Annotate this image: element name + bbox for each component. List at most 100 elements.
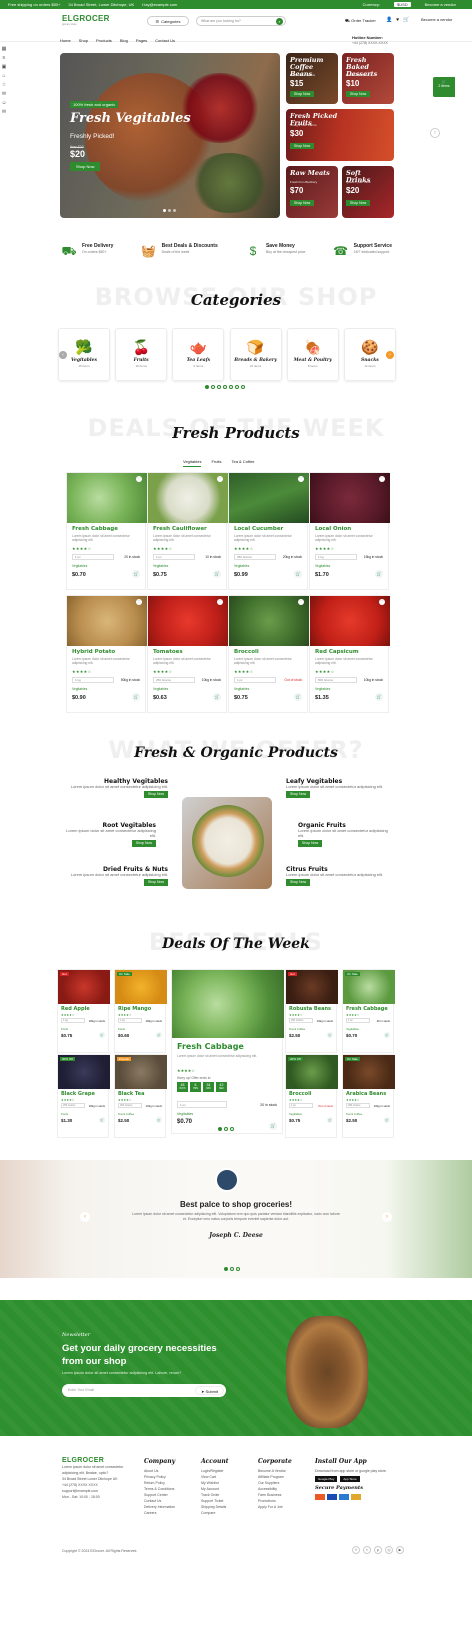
page-dot[interactable] (235, 385, 239, 389)
product-name[interactable]: Tomatoes (153, 649, 183, 655)
category-fruits[interactable]: 🍒 Fruits 18 items (115, 328, 168, 381)
search-icon[interactable]: ⌕ (276, 18, 283, 25)
product-image[interactable] (229, 473, 309, 523)
youtube-icon[interactable]: ▶ (396, 1546, 404, 1554)
tab-fruits[interactable]: Fruits (211, 459, 221, 467)
cart-icon[interactable]: 🛒 (327, 1117, 333, 1123)
product-card[interactable]: ♡ Broccoli Lorem ipsum dolor sit amet co… (228, 595, 309, 713)
nav-contact[interactable]: Contact Us (155, 38, 175, 43)
quantity-select[interactable]: 1 pc (234, 677, 276, 683)
category-tea[interactable]: 🫖 Tea Leafs 6 items (172, 328, 225, 381)
product-name[interactable]: Arabica Beans (346, 1091, 386, 1097)
category-bakery[interactable]: 🍞 Breads & Bakery 22 items (229, 328, 282, 381)
product-name[interactable]: Black Grape (61, 1091, 95, 1097)
heart-icon[interactable]: ♡ (136, 476, 142, 482)
quantity-select[interactable]: 1 pc (289, 1103, 313, 1108)
page-dot[interactable] (230, 1267, 234, 1271)
deal-card[interactable]: 20% Off Broccoli ★★★★☆ 1 pc Out of stock… (285, 1054, 338, 1138)
product-image[interactable] (229, 596, 309, 646)
hero-shop-button[interactable]: Shop Now (70, 162, 101, 171)
cart-icon[interactable]: 🛒 (156, 1117, 162, 1123)
page-dot[interactable] (230, 1127, 234, 1131)
facebook-icon[interactable]: f (352, 1546, 360, 1554)
site-logo[interactable]: ELGROCER grocery store (62, 14, 110, 26)
order-tracker-link[interactable]: ⛟ Order Tracker (345, 18, 376, 24)
cart-icon[interactable]: 🛒 (132, 693, 140, 701)
product-name[interactable]: Broccoli (234, 649, 259, 655)
chevron-left-icon[interactable]: ‹ (59, 351, 67, 359)
product-name[interactable]: Black Tea (118, 1091, 144, 1097)
product-name[interactable]: Fresh Cabbage (346, 1006, 388, 1012)
product-card[interactable]: ♡ Red Capsicum Lorem ipsum dolor sit ame… (309, 595, 390, 713)
floating-cart-button[interactable]: 🛒 2 items (433, 77, 455, 97)
quantity-select[interactable]: 1 pc (153, 554, 195, 560)
footer-link[interactable]: Careers (144, 1510, 175, 1516)
page-dot[interactable] (211, 385, 215, 389)
slider-dot[interactable] (173, 209, 176, 212)
submit-button[interactable]: ➤ Submit (195, 1386, 224, 1395)
offer-shop-button[interactable]: Shop Now (143, 879, 168, 886)
promo-desserts[interactable]: Fresh Baked Desserts Delicious Desserts … (342, 53, 394, 104)
tab-vegitables[interactable]: Vegitables (183, 459, 202, 467)
deal-card[interactable]: 30% Off Black Grape ★★★★☆ 250 Grams 18kg… (57, 1054, 110, 1138)
search-input[interactable]: What are you looking for? ⌕ (196, 16, 286, 26)
page-dot[interactable] (218, 1127, 222, 1131)
promo-meats[interactable]: Raw Meats Fresh from Butchery $70 Shop N… (286, 166, 338, 218)
cart-icon[interactable]: 🛒 (384, 1032, 390, 1038)
chevron-right-icon[interactable]: › (386, 351, 394, 359)
slider-dot[interactable] (168, 209, 171, 212)
product-image[interactable] (148, 473, 228, 523)
cart-icon[interactable]: 🛒 (327, 1032, 333, 1038)
product-name[interactable]: Hybrid Potato (72, 649, 115, 655)
product-image[interactable] (148, 596, 228, 646)
store-email[interactable]: f.lay@example.com (142, 2, 177, 7)
quantity-select[interactable]: 250 Grams (118, 1103, 142, 1108)
user-sidebar-icon[interactable]: ☺ (1, 100, 6, 106)
grid-icon[interactable]: ▦ (2, 46, 7, 52)
product-name[interactable]: Local Cucumber (234, 526, 283, 532)
list-icon[interactable]: ≡ (3, 55, 6, 61)
heart-icon[interactable]: ♡ (379, 599, 385, 605)
cart-icon[interactable]: 🛒 (156, 1032, 162, 1038)
quantity-select[interactable]: 250 Grams (346, 1103, 370, 1108)
quantity-select[interactable]: 1 kg (61, 1018, 85, 1023)
cart-icon[interactable]: 🛒 (99, 1117, 105, 1123)
promo-button[interactable]: Shop Now (346, 91, 371, 97)
page-dot[interactable] (205, 385, 209, 389)
cart-icon[interactable]: 🛒 (375, 693, 383, 701)
deal-featured-card[interactable]: Fresh Cabbage Lorem ipsum dolor sit amet… (171, 969, 284, 1134)
quantity-select[interactable]: 1 pc (346, 1018, 370, 1023)
offer-shop-button[interactable]: Shop Now (298, 840, 323, 847)
cart-icon[interactable]: 🛒 (132, 570, 140, 578)
product-name[interactable]: Broccoli (289, 1091, 312, 1097)
product-card[interactable]: ♡ Hybrid Potato Lorem ipsum dolor sit am… (66, 595, 147, 713)
product-image[interactable] (67, 473, 147, 523)
heart-icon[interactable]: ♡ (298, 599, 304, 605)
promo-drinks[interactable]: Soft Drinks Quench your thirst $20 Shop … (342, 166, 394, 218)
product-name[interactable]: Red Apple (61, 1006, 90, 1012)
heart-icon[interactable]: ♡ (136, 599, 142, 605)
page-dot[interactable] (224, 1267, 228, 1271)
product-card[interactable]: ♡ Tomatoes Lorem ipsum dolor sit amet co… (147, 595, 228, 713)
product-card[interactable]: ♡ Fresh Cabbage Lorem ipsum dolor sit am… (66, 472, 147, 590)
add-to-cart-button[interactable]: 🛒 (269, 1122, 277, 1130)
product-name[interactable]: Red Capsicum (315, 649, 359, 655)
page-dot[interactable] (223, 385, 227, 389)
promo-button[interactable]: Shop Now (290, 91, 315, 97)
quantity-select[interactable]: 250 Grams (153, 677, 195, 683)
product-card[interactable]: ♡ Local Cucumber Lorem ipsum dolor sit a… (228, 472, 309, 590)
product-name[interactable]: Ripe Mango (118, 1006, 151, 1012)
promo-coffee[interactable]: Premium Coffee Beans Best Coffee Beans $… (286, 53, 338, 104)
quantity-select[interactable]: 1 kg (315, 554, 357, 560)
category-meat[interactable]: 🍖 Meat & Poultry 8 items (286, 328, 339, 381)
user-icon[interactable]: 👤 (386, 17, 392, 23)
footer-link[interactable]: Apply For A Job (258, 1504, 292, 1510)
footer-link[interactable]: Compare (201, 1510, 228, 1516)
cart-icon[interactable]: 🛒 (384, 1117, 390, 1123)
quantity-select[interactable]: 1 pc (72, 554, 114, 560)
page-dot[interactable] (224, 1127, 228, 1131)
promo-button[interactable]: Shop Now (290, 143, 315, 149)
product-image[interactable] (310, 473, 390, 523)
tab-tea-coffee[interactable]: Tea & Coffee (231, 459, 254, 467)
product-name[interactable]: Local Onion (315, 526, 351, 532)
